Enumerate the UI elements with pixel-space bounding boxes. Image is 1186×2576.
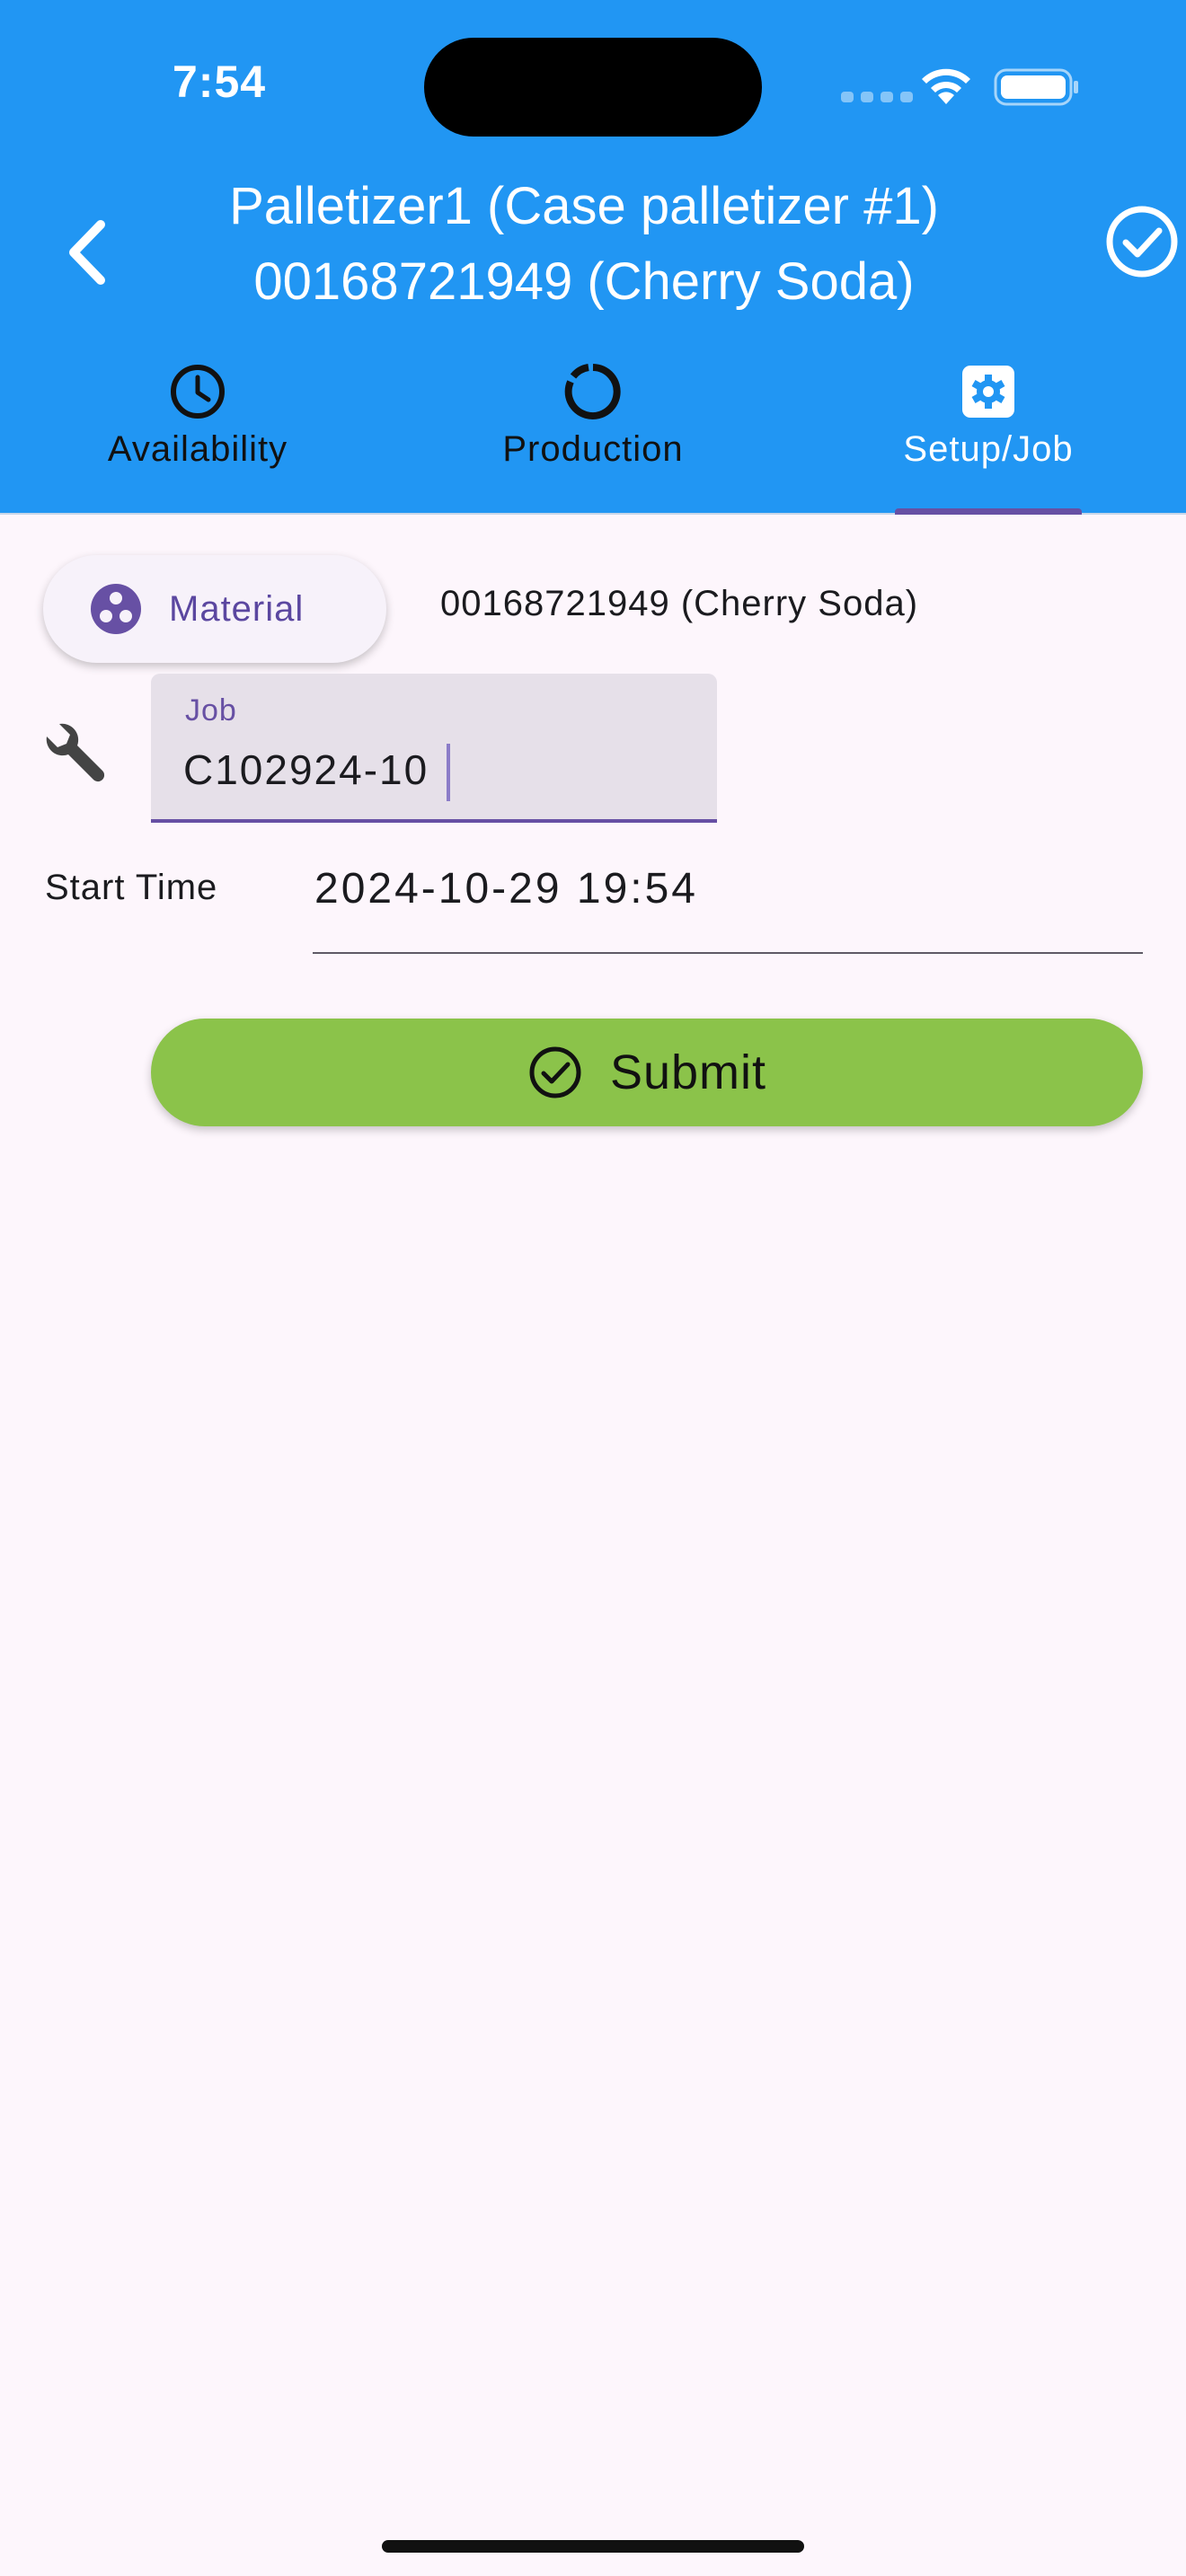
tab-setup-job[interactable]: Setup/Job [881, 350, 1096, 515]
tab-availability[interactable]: Availability [90, 350, 305, 515]
dynamic-island [424, 38, 762, 137]
status-bar-icons [836, 65, 1080, 110]
page-title: Palletizer1 (Case palletizer #1) 0016872… [162, 169, 1006, 320]
start-time-label: Start Time [45, 868, 218, 907]
back-button[interactable] [56, 212, 119, 293]
tab-production[interactable]: Production [476, 350, 710, 515]
clock-icon [171, 365, 225, 419]
wifi-icon [922, 68, 970, 104]
job-input[interactable] [183, 737, 686, 803]
settings-gear-icon [962, 366, 1014, 418]
page-title-line2: 00168721949 (Cherry Soda) [253, 252, 915, 311]
status-bar-time: 7:54 [173, 57, 267, 107]
wrench-icon [46, 723, 105, 782]
start-time-field[interactable]: 2024-10-29 19:54 [313, 853, 1143, 954]
start-time-value: 2024-10-29 19:54 [314, 865, 698, 913]
material-chip[interactable]: Material [43, 555, 386, 663]
home-indicator[interactable] [382, 2540, 804, 2553]
job-field[interactable]: Job [151, 674, 717, 823]
confirm-button[interactable] [1103, 203, 1181, 280]
submit-button-label: Submit [609, 1045, 767, 1099]
tab-availability-label: Availability [107, 429, 288, 469]
submit-button[interactable]: Submit [151, 1019, 1143, 1126]
tab-bar: Availability Production Setup/Job [0, 350, 1186, 515]
bubbles-icon [91, 584, 141, 634]
check-circle-outline-icon [529, 1046, 581, 1098]
chevron-left-icon [69, 220, 105, 285]
cellular-signal-icon [841, 92, 913, 102]
job-field-label: Job [185, 693, 237, 728]
check-circle-icon [1106, 206, 1178, 278]
page-title-line1: Palletizer1 (Case palletizer #1) [229, 177, 939, 235]
app-bar: 7:54 Palletizer1 (Case palletizer #1) 00… [0, 0, 1186, 515]
tab-setup-job-label: Setup/Job [903, 429, 1074, 469]
text-cursor [447, 744, 450, 801]
tab-production-label: Production [502, 429, 684, 469]
circular-progress-icon [564, 364, 621, 419]
battery-icon [994, 68, 1078, 106]
active-tab-indicator [895, 508, 1082, 515]
material-chip-label: Material [169, 588, 305, 629]
material-value: 00168721949 (Cherry Soda) [440, 584, 919, 623]
